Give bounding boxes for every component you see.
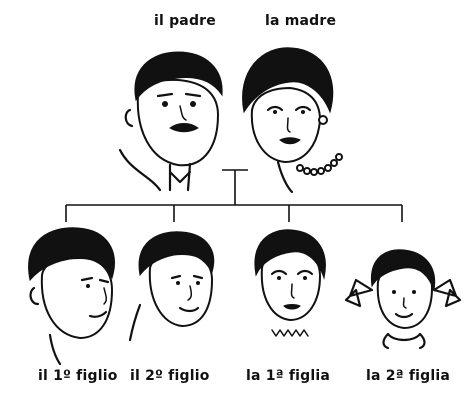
second-daughter-portrait	[344, 249, 462, 350]
illustration-canvas	[28, 47, 462, 366]
first-daughter-portrait	[254, 229, 326, 337]
first-son-portrait	[28, 227, 115, 366]
mother-portrait	[242, 47, 343, 194]
pearl-necklace	[296, 153, 343, 176]
father-portrait	[118, 51, 223, 192]
tree-connectors	[65, 169, 403, 222]
second-son-portrait	[128, 231, 215, 342]
family-tree-diagram: il padre la madre il 1º figlio il 2º fig…	[0, 0, 473, 403]
